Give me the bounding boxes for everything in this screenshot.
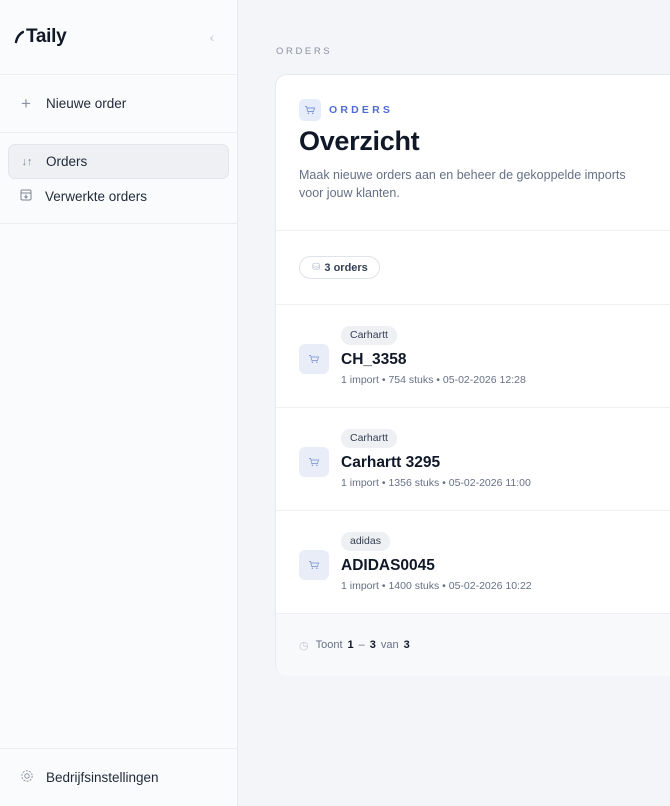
order-count-text: 3 orders	[324, 261, 368, 274]
settings-label: Bedrijfsinstellingen	[46, 770, 159, 785]
logo[interactable]: Taily	[14, 26, 67, 48]
order-info: Carhartt Carhartt 3295 1 import • 1356 s…	[341, 429, 531, 489]
sidebar-item-orders[interactable]: ↓↑ Orders	[8, 144, 229, 179]
card-header: ORDERS Overzicht Maak nieuwe orders aan …	[276, 75, 670, 231]
main-content: ORDERS ORDERS Overzicht Maak nieuwe orde…	[238, 0, 670, 806]
cart-icon	[299, 550, 329, 580]
sidebar: Taily ‹ + Nieuwe order ↓↑ Orders Verwerk…	[0, 0, 238, 806]
pagination-total: 3	[403, 639, 410, 651]
brand-tag: Carhartt	[341, 326, 397, 345]
sidebar-item-processed-orders[interactable]: Verwerkte orders	[8, 179, 229, 214]
order-row[interactable]: Carhartt CH_3358 1 import • 754 stuks • …	[276, 305, 670, 408]
cart-icon	[299, 99, 321, 121]
pagination-dash: –	[358, 639, 365, 651]
order-row[interactable]: adidas ADIDAS0045 1 import • 1400 stuks …	[276, 511, 670, 614]
section-kicker: ORDERS	[299, 99, 670, 121]
orders-card: ORDERS Overzicht Maak nieuwe orders aan …	[275, 74, 670, 676]
clock-icon: ◷	[299, 639, 309, 652]
pagination-from: 1	[347, 639, 354, 651]
order-name: ADIDAS0045	[341, 557, 435, 574]
order-row[interactable]: Carhartt Carhartt 3295 1 import • 1356 s…	[276, 408, 670, 511]
order-count-badge: ⛁ 3 orders	[299, 256, 380, 279]
brand-name: Taily	[26, 26, 67, 47]
gear-icon	[20, 769, 34, 786]
brand-row: Taily ‹	[0, 0, 237, 75]
kicker-text: ORDERS	[329, 104, 394, 116]
database-icon: ⛁	[312, 262, 321, 273]
cart-icon	[299, 344, 329, 374]
new-order-button[interactable]: + Nieuwe order	[0, 75, 237, 133]
sidebar-nav: ↓↑ Orders Verwerkte orders	[0, 133, 237, 224]
chevron-left-icon[interactable]: ‹	[205, 29, 219, 45]
archive-download-icon	[19, 189, 33, 204]
brand-tag: Carhartt	[341, 429, 397, 448]
page-subtitle: Maak nieuwe orders aan en beheer de geko…	[299, 168, 626, 200]
page-title: Overzicht	[299, 126, 420, 156]
order-info: adidas ADIDAS0045 1 import • 1400 stuks …	[341, 532, 532, 592]
order-meta: 1 import • 1356 stuks • 05-02-2026 11:00	[341, 477, 531, 489]
sidebar-item-label: Orders	[46, 154, 88, 169]
order-meta: 1 import • 1400 stuks • 05-02-2026 10:22	[341, 580, 532, 592]
order-name: Carhartt 3295	[341, 454, 441, 471]
breadcrumb: ORDERS	[276, 46, 333, 57]
plus-icon: +	[21, 93, 31, 113]
cart-icon	[299, 447, 329, 477]
logo-mark-icon	[14, 30, 24, 44]
order-name: CH_3358	[341, 351, 407, 368]
order-meta: 1 import • 754 stuks • 05-02-2026 12:28	[341, 374, 526, 386]
sort-arrows-icon: ↓↑	[21, 155, 33, 168]
pagination-prefix: Toont	[315, 639, 343, 651]
pagination-of: van	[380, 639, 399, 651]
pagination-to: 3	[369, 639, 376, 651]
new-order-label: Nieuwe order	[46, 96, 127, 111]
order-info: Carhartt CH_3358 1 import • 754 stuks • …	[341, 326, 526, 386]
count-row: ⛁ 3 orders	[276, 231, 670, 305]
sidebar-item-label: Verwerkte orders	[45, 189, 148, 204]
pagination-footer: ◷ Toont 1 – 3 van 3	[276, 614, 670, 676]
company-settings-button[interactable]: Bedrijfsinstellingen	[0, 748, 237, 806]
brand-tag: adidas	[341, 532, 390, 551]
